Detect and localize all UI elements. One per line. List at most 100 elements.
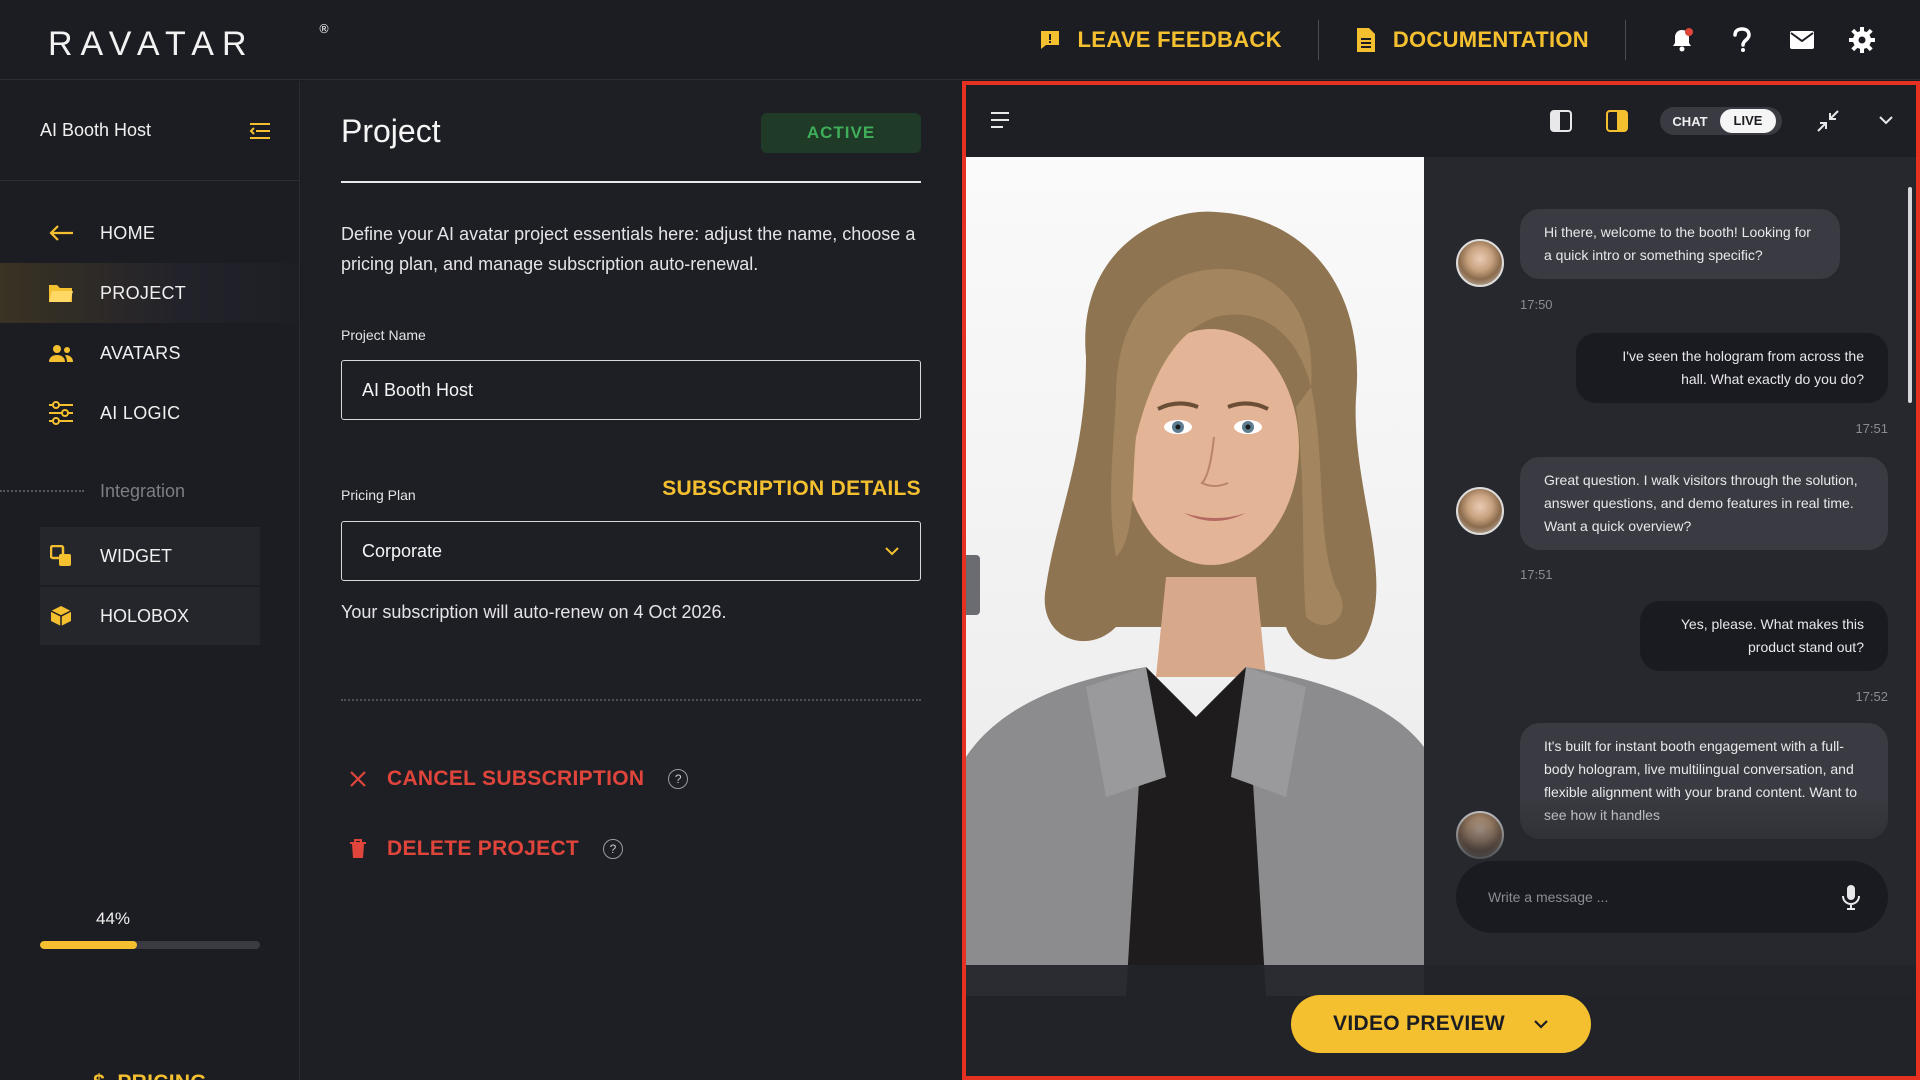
sidebar-item-label: AI LOGIC	[100, 402, 181, 423]
sidebar-item-label: HOME	[100, 222, 156, 243]
documentation-label: DOCUMENTATION	[1392, 27, 1589, 52]
sidebar-item-label: AVATARS	[100, 342, 181, 363]
close-icon	[350, 771, 366, 787]
message-time: 17:51	[1855, 421, 1888, 436]
feedback-icon	[1040, 31, 1059, 49]
sidebar-item-label: PROJECT	[100, 282, 187, 303]
page-title: Project	[341, 113, 441, 149]
chevron-down-icon	[885, 547, 899, 556]
chat-pane: Hi there, welcome to the booth! Looking …	[1424, 157, 1916, 996]
layout-left-icon[interactable]	[1550, 110, 1572, 132]
arrow-left-icon	[48, 220, 74, 246]
bot-message: Hi there, welcome to the booth! Looking …	[1520, 209, 1840, 279]
sidebar-project-name: AI Booth Host	[40, 120, 152, 140]
help-icon[interactable]: ?	[668, 769, 689, 789]
sidebar-item-label: HOLOBOX	[100, 605, 190, 626]
message-time: 17:50	[1520, 297, 1553, 312]
preview-footer: VIDEO PREVIEW	[966, 965, 1916, 1076]
subscription-details-link[interactable]: SUBSCRIPTION DETAILS	[662, 477, 921, 501]
sidebar-item-label: WIDGET	[100, 545, 172, 566]
toggle-chat[interactable]: CHAT	[1660, 114, 1720, 129]
avatar	[1456, 487, 1504, 535]
integration-section-label: Integration	[100, 480, 186, 501]
menu-icon[interactable]	[990, 111, 1010, 129]
sidebar-item-project[interactable]: PROJECT	[0, 263, 299, 323]
status-badge: ACTIVE	[761, 113, 921, 153]
video-preview-label: VIDEO PREVIEW	[1333, 1012, 1505, 1035]
delete-project-button[interactable]: DELETE PROJECT ?	[349, 837, 624, 861]
resize-handle[interactable]	[966, 555, 980, 615]
documentation-link[interactable]: DOCUMENTATION	[1319, 22, 1625, 58]
chat-scrollbar[interactable]	[1908, 187, 1912, 403]
chevron-down-icon[interactable]	[1878, 115, 1894, 125]
widget-icon	[48, 543, 74, 569]
messages-button[interactable]	[1772, 10, 1832, 70]
sidebar-header: AI Booth Host	[0, 81, 299, 181]
settings-button[interactable]	[1832, 10, 1892, 70]
section-dotted-line	[0, 490, 84, 492]
project-header: Project ACTIVE	[341, 103, 921, 183]
mail-icon	[1790, 31, 1814, 49]
leave-feedback-link[interactable]: LEAVE FEEDBACK	[1002, 22, 1318, 58]
top-bar: RAVATAR ® LEAVE FEEDBACK DOCUMENTATION	[0, 0, 1920, 80]
pricing-label: PRICING	[117, 1071, 207, 1080]
message-time: 17:51	[1520, 567, 1553, 582]
ravatar-logo[interactable]: RAVATAR ®	[48, 18, 330, 70]
leave-feedback-label: LEAVE FEEDBACK	[1077, 27, 1282, 52]
project-description: Define your AI avatar project essentials…	[341, 224, 916, 274]
minimize-icon[interactable]	[1816, 109, 1840, 133]
project-name-label: Project Name	[341, 327, 426, 343]
message-list: Hi there, welcome to the booth! Looking …	[1424, 157, 1916, 877]
section-divider	[341, 699, 921, 701]
bot-message: Great question. I walk visitors through …	[1520, 457, 1888, 550]
integration-section: Integration	[0, 467, 299, 515]
logo-wordmark: RAVATAR	[48, 24, 255, 63]
pricing-plan-label: Pricing Plan	[341, 487, 416, 503]
sidebar-nav: HOME PROJECT AVATARS AI LOGIC	[0, 203, 299, 443]
user-message: I've seen the hologram from across the h…	[1576, 333, 1888, 403]
layout-right-icon[interactable]	[1606, 110, 1628, 132]
divider	[1625, 20, 1626, 60]
message-input[interactable]	[1488, 889, 1808, 905]
notifications-button[interactable]	[1652, 10, 1712, 70]
pricing-link[interactable]: $ PRICING	[0, 1071, 300, 1080]
question-icon	[1733, 27, 1751, 52]
toggle-live[interactable]: LIVE	[1720, 109, 1776, 133]
collapse-menu-icon[interactable]	[249, 122, 271, 140]
sidebar-item-home[interactable]: HOME	[0, 203, 299, 263]
help-button[interactable]	[1712, 10, 1772, 70]
usage-progress-fill	[40, 941, 137, 949]
users-icon	[48, 340, 74, 366]
gear-icon	[1849, 27, 1875, 53]
delete-project-label: DELETE PROJECT	[387, 837, 580, 860]
cancel-subscription-label: CANCEL SUBSCRIPTION	[387, 767, 645, 790]
help-icon[interactable]: ?	[603, 839, 624, 859]
sidebar-item-avatars[interactable]: AVATARS	[0, 323, 299, 383]
user-message: Yes, please. What makes this product sta…	[1640, 601, 1888, 671]
sliders-icon	[48, 400, 74, 426]
top-nav: LEAVE FEEDBACK DOCUMENTATION	[1002, 0, 1920, 80]
sidebar-item-holobox[interactable]: HOLOBOX	[40, 587, 260, 645]
sidebar-item-ai-logic[interactable]: AI LOGIC	[0, 383, 299, 443]
message-composer	[1456, 861, 1888, 933]
avatar-preview-image	[966, 157, 1424, 996]
dollar-icon: $	[93, 1071, 105, 1080]
avatar	[1456, 239, 1504, 287]
project-name-input[interactable]: AI Booth Host	[341, 360, 921, 420]
usage-progress-label: 44%	[96, 909, 131, 928]
renewal-notice: Your subscription will auto-renew on 4 O…	[341, 602, 727, 622]
sidebar-item-widget[interactable]: WIDGET	[40, 527, 260, 585]
sidebar: AI Booth Host HOME PROJECT AVATARS AI LO…	[0, 81, 300, 1080]
usage-progress-track	[40, 941, 260, 949]
chat-live-toggle[interactable]: CHAT LIVE	[1660, 107, 1782, 135]
cancel-subscription-button[interactable]: CANCEL SUBSCRIPTION ?	[349, 767, 689, 791]
project-panel: Project ACTIVE Define your AI avatar pro…	[301, 81, 961, 1080]
video-preview-button[interactable]: VIDEO PREVIEW	[1291, 995, 1591, 1053]
usage-progress: 44%	[40, 909, 260, 949]
project-name-value: AI Booth Host	[362, 379, 474, 400]
pricing-plan-select[interactable]: Corporate	[341, 521, 921, 581]
document-icon	[1356, 28, 1375, 52]
pricing-plan-value: Corporate	[362, 540, 443, 561]
microphone-icon[interactable]	[1842, 884, 1860, 910]
logo-registered-mark: ®	[318, 22, 330, 36]
